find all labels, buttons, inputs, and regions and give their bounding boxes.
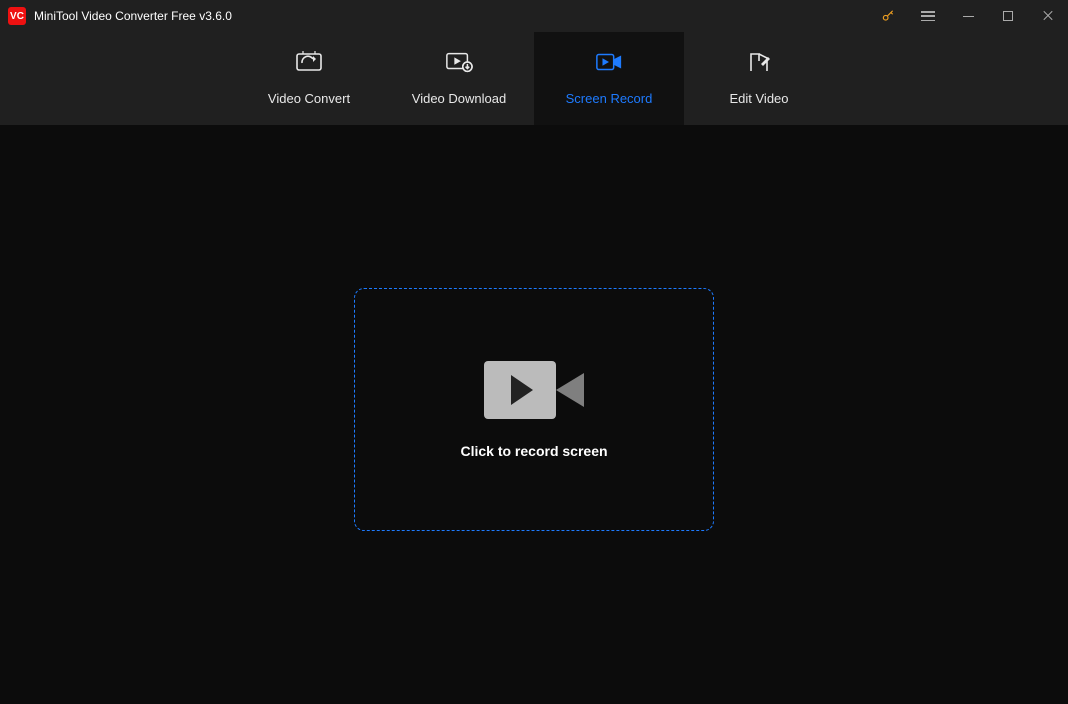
key-icon — [881, 9, 895, 23]
record-label: Click to record screen — [460, 443, 607, 459]
upgrade-key-button[interactable] — [868, 0, 908, 32]
menu-button[interactable] — [908, 0, 948, 32]
video-convert-icon — [295, 51, 323, 73]
camera-play-icon — [484, 361, 584, 419]
app-logo: VC — [8, 7, 26, 25]
video-download-icon — [445, 51, 473, 73]
edit-video-icon — [745, 51, 773, 73]
tab-video-convert[interactable]: Video Convert — [234, 32, 384, 125]
tab-label: Screen Record — [566, 91, 653, 106]
close-button[interactable] — [1028, 0, 1068, 32]
titlebar: VC MiniTool Video Converter Free v3.6.0 — [0, 0, 1068, 32]
screen-record-icon — [595, 51, 623, 73]
main-area: Click to record screen — [0, 125, 1068, 704]
tab-screen-record[interactable]: Screen Record — [534, 32, 684, 125]
app-title: MiniTool Video Converter Free v3.6.0 — [34, 9, 868, 23]
tab-video-download[interactable]: Video Download — [384, 32, 534, 125]
maximize-icon — [1003, 11, 1013, 21]
minimize-icon — [963, 16, 974, 17]
tab-edit-video[interactable]: Edit Video — [684, 32, 834, 125]
maximize-button[interactable] — [988, 0, 1028, 32]
tab-label: Video Convert — [268, 91, 350, 106]
hamburger-icon — [921, 11, 935, 21]
close-icon — [1042, 10, 1054, 22]
tab-label: Edit Video — [729, 91, 788, 106]
tabs-bar: Video Convert Video Download Screen Reco… — [0, 32, 1068, 125]
titlebar-controls — [868, 0, 1068, 32]
minimize-button[interactable] — [948, 0, 988, 32]
tab-label: Video Download — [412, 91, 506, 106]
record-screen-box[interactable]: Click to record screen — [354, 288, 714, 531]
